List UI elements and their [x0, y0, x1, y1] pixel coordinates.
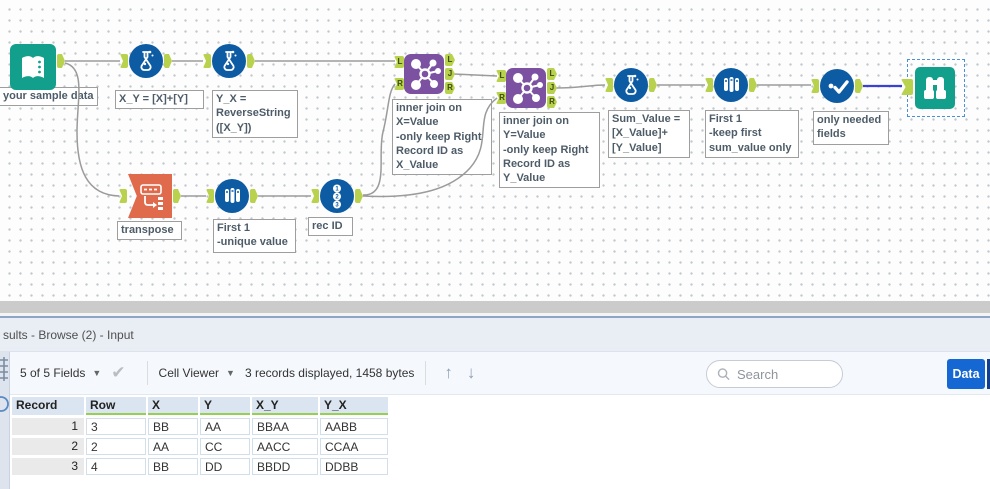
data-cell[interactable]: CCAA: [320, 438, 388, 455]
results-title-text: sults - Browse (2) - Input: [3, 327, 134, 342]
column-header[interactable]: X: [148, 397, 198, 415]
record-number-cell[interactable]: 3: [12, 458, 84, 475]
join-icon: [411, 59, 441, 90]
sample-keep-first-tool[interactable]: [714, 68, 748, 102]
chevron-down-icon[interactable]: ▼: [92, 368, 101, 378]
data-view-button[interactable]: Data: [947, 359, 985, 389]
beaker-icon: [625, 74, 639, 95]
formula-yx-tool[interactable]: [212, 44, 246, 78]
data-cell[interactable]: BBDD: [252, 458, 318, 475]
arrow-down-icon[interactable]: ↓: [467, 363, 476, 383]
data-cell[interactable]: AA: [148, 438, 198, 455]
chevron-down-icon[interactable]: ▼: [226, 368, 235, 378]
test-tubes-icon: [724, 77, 739, 92]
sample-unique-tool[interactable]: [215, 179, 249, 213]
results-side-strip: [0, 352, 10, 489]
column-header[interactable]: Y_X: [320, 397, 388, 415]
formula-sum-tool[interactable]: [614, 68, 648, 102]
book-icon: [22, 56, 44, 78]
alteryx-window: your sample data X_Y = [X]+[Y] Y_X = Rev…: [0, 0, 990, 489]
connection-join-y-formula-sum[interactable]: [555, 84, 606, 89]
data-cell[interactable]: AA: [200, 418, 250, 435]
data-cell[interactable]: 2: [86, 438, 146, 455]
test-tubes-icon: [225, 188, 240, 203]
data-cell[interactable]: DDBB: [320, 458, 388, 475]
data-cell[interactable]: AABB: [320, 418, 388, 435]
connection-join-x-join-y[interactable]: [453, 73, 498, 77]
data-cell[interactable]: DD: [200, 458, 250, 475]
apply-check-icon[interactable]: ✔: [111, 363, 125, 383]
data-cell[interactable]: BB: [148, 418, 198, 435]
beaker-icon: [140, 50, 154, 71]
column-header[interactable]: Record: [12, 397, 84, 415]
data-cell[interactable]: BBAA: [252, 418, 318, 435]
connection-recordid-join-x[interactable]: [362, 83, 396, 196]
toolbar-separator: [425, 361, 427, 385]
connection-input-transpose[interactable]: [64, 62, 120, 197]
connection-recordid-join-y[interactable]: [362, 97, 498, 198]
cell-viewer-dropdown[interactable]: Cell Viewer: [159, 366, 219, 380]
grid-icon: [0, 357, 8, 381]
circle-icon: [0, 396, 9, 412]
data-cell[interactable]: CC: [200, 438, 250, 455]
results-table: Record Row X Y X_Y Y_X 1 3 BB AA BBAA AABB 2 2 AA CC AAC…: [12, 397, 388, 475]
input-data-tool[interactable]: [10, 44, 56, 90]
column-header[interactable]: X_Y: [252, 397, 318, 415]
formula-xy-tool[interactable]: [129, 44, 163, 78]
select-tool[interactable]: [820, 69, 854, 103]
binoculars-icon: [924, 77, 946, 99]
record-number-cell[interactable]: 2: [12, 438, 84, 455]
data-cell[interactable]: BB: [148, 458, 198, 475]
fields-dropdown[interactable]: 5 of 5 Fields: [20, 366, 85, 380]
records-info-text: 3 records displayed, 1458 bytes: [244, 366, 415, 380]
panel-splitter[interactable]: [0, 301, 990, 313]
select-check-icon: [828, 80, 849, 94]
beaker-icon: [223, 50, 237, 71]
browse-tool[interactable]: [915, 67, 955, 109]
search-box[interactable]: [706, 360, 843, 388]
results-panel: sults - Browse (2) - Input 5 of 5 Fields…: [0, 318, 990, 489]
record-id-icon: 1 2 3: [333, 184, 341, 209]
record-id-tool[interactable]: 1 2 3: [320, 179, 354, 213]
data-cell[interactable]: 4: [86, 458, 146, 475]
column-header[interactable]: Y: [200, 397, 250, 415]
transpose-icon: [140, 184, 163, 210]
data-cell[interactable]: 3: [86, 418, 146, 435]
results-grid: Record Row X Y X_Y Y_X 1 3 BB AA BBAA AABB 2 2 AA CC AAC…: [12, 397, 388, 475]
join-icon: [513, 73, 543, 104]
side-strip-icons[interactable]: [0, 352, 10, 422]
workflow-canvas[interactable]: your sample data X_Y = [X]+[Y] Y_X = Rev…: [0, 0, 990, 301]
join-x-tool[interactable]: [404, 54, 444, 94]
search-input[interactable]: [737, 366, 832, 382]
record-number-cell[interactable]: 1: [12, 418, 84, 435]
results-toolbar: 5 of 5 Fields ▼ ✔ Cell Viewer ▼ 3 record…: [0, 352, 990, 395]
search-icon: [717, 368, 730, 381]
toolbar-separator: [146, 361, 148, 385]
arrow-up-icon[interactable]: ↑: [444, 363, 453, 383]
results-panel-title: sults - Browse (2) - Input: [0, 318, 990, 352]
data-cell[interactable]: AACC: [252, 438, 318, 455]
column-header[interactable]: Row: [86, 397, 146, 415]
join-y-tool[interactable]: [506, 68, 546, 108]
